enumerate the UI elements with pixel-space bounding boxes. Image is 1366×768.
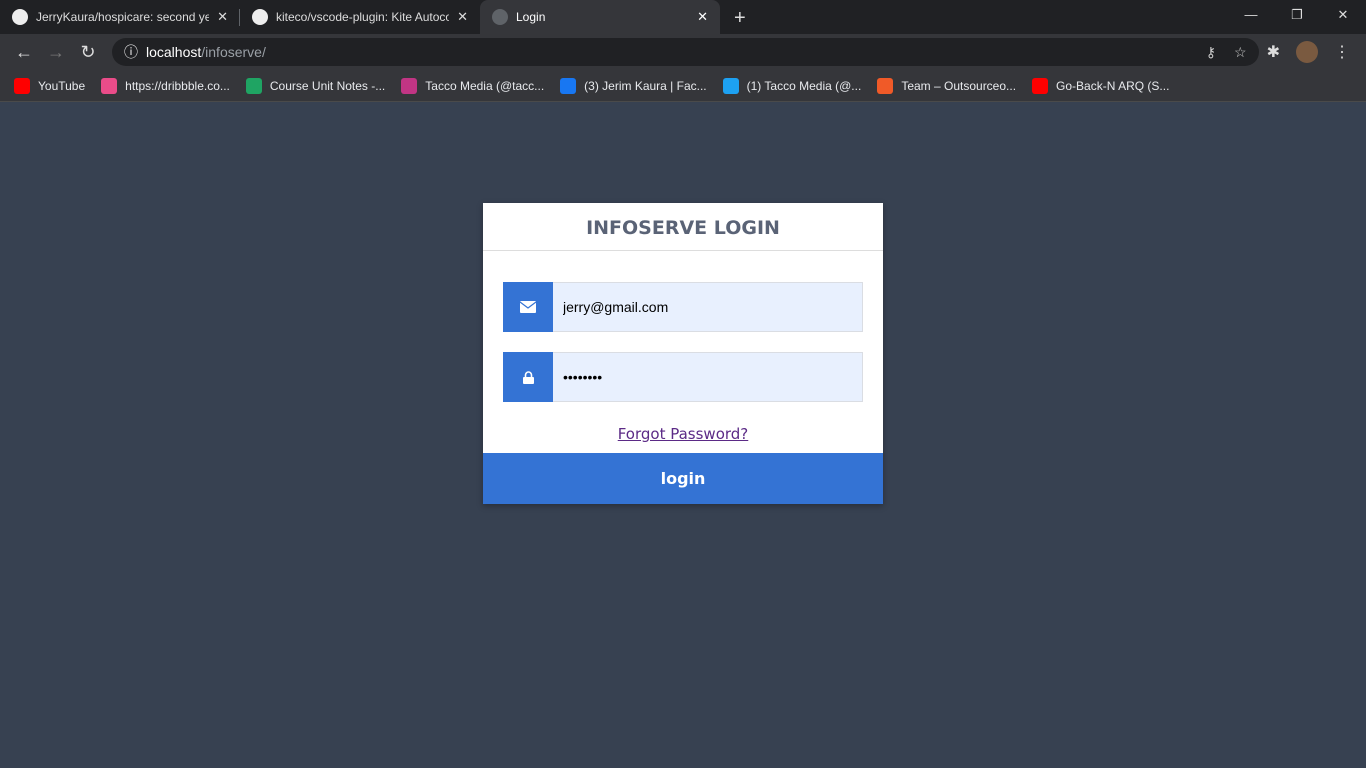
close-window-icon[interactable]: ✕ xyxy=(1320,0,1366,30)
password-group xyxy=(503,352,863,402)
envelope-icon xyxy=(503,282,553,332)
forward-icon[interactable]: → xyxy=(40,42,72,63)
email-field[interactable] xyxy=(553,282,863,332)
login-card: INFOSERVE LOGIN Forgot Password? login xyxy=(483,203,883,504)
extensions-icon[interactable]: ✱ xyxy=(1267,42,1280,62)
bookmark-item[interactable]: Go-Back-N ARQ (S... xyxy=(1032,77,1169,94)
forgot-password-link[interactable]: Forgot Password? xyxy=(618,425,749,443)
bookmark-item[interactable]: Team – Outsourceo... xyxy=(877,77,1016,94)
tab-bar: JerryKaura/hospicare: second year ✕ kitec… xyxy=(0,0,1366,34)
tab-hospicare[interactable]: JerryKaura/hospicare: second year ✕ xyxy=(0,0,240,34)
key-icon[interactable]: ⚷ xyxy=(1206,44,1216,61)
bookmark-item[interactable]: YouTube xyxy=(14,77,85,94)
page-title: INFOSERVE LOGIN xyxy=(483,203,883,251)
password-field[interactable] xyxy=(553,352,863,402)
lock-icon xyxy=(503,352,553,402)
bookmark-item[interactable]: (3) Jerim Kaura | Fac... xyxy=(560,77,707,94)
github-icon xyxy=(252,9,268,25)
globe-icon xyxy=(492,9,508,25)
bookmark-favicon-icon xyxy=(401,77,418,94)
bookmark-favicon-icon xyxy=(101,77,118,94)
bookmark-item[interactable]: (1) Tacco Media (@... xyxy=(722,77,861,94)
menu-icon[interactable]: ⋮ xyxy=(1334,42,1350,62)
bookmark-favicon-icon xyxy=(722,77,739,94)
address-bar[interactable]: ⓘ localhost/infoserve/ ⚷ ☆ xyxy=(112,38,1259,66)
tab-login[interactable]: Login ✕ xyxy=(480,0,720,34)
bookmark-item[interactable]: Course Unit Notes -... xyxy=(245,77,385,94)
new-tab-button[interactable]: + xyxy=(734,7,746,30)
back-icon[interactable]: ← xyxy=(8,42,40,63)
login-button[interactable]: login xyxy=(483,453,883,504)
bookmark-favicon-icon xyxy=(560,77,577,94)
bookmark-favicon-icon xyxy=(245,77,262,94)
github-icon xyxy=(12,9,28,25)
close-tab-icon[interactable]: ✕ xyxy=(697,9,708,25)
reload-icon[interactable]: ↻ xyxy=(72,42,104,63)
restore-icon[interactable]: ❐ xyxy=(1274,0,1320,30)
toolbar: ← → ↻ ⓘ localhost/infoserve/ ⚷ ☆ ✱ ⋮ xyxy=(0,34,1366,70)
minimize-icon[interactable]: — xyxy=(1228,0,1274,30)
email-group xyxy=(503,282,863,332)
tab-kite[interactable]: kiteco/vscode-plugin: Kite Autocomplete✕ xyxy=(240,0,480,34)
bookmark-item[interactable]: https://dribbble.co... xyxy=(101,77,230,94)
close-tab-icon[interactable]: ✕ xyxy=(457,9,468,25)
close-tab-icon[interactable]: ✕ xyxy=(217,9,228,25)
avatar[interactable] xyxy=(1296,41,1318,63)
bookmark-item[interactable]: Tacco Media (@tacc... xyxy=(401,77,544,94)
bookmark-favicon-icon xyxy=(1032,77,1049,94)
star-icon[interactable]: ☆ xyxy=(1234,44,1247,61)
bookmark-favicon-icon xyxy=(877,77,894,94)
info-icon[interactable]: ⓘ xyxy=(124,42,138,62)
bookmark-favicon-icon xyxy=(14,77,30,94)
bookmarks-bar: YouTube https://dribbble.co... Course Unit… xyxy=(0,70,1366,102)
